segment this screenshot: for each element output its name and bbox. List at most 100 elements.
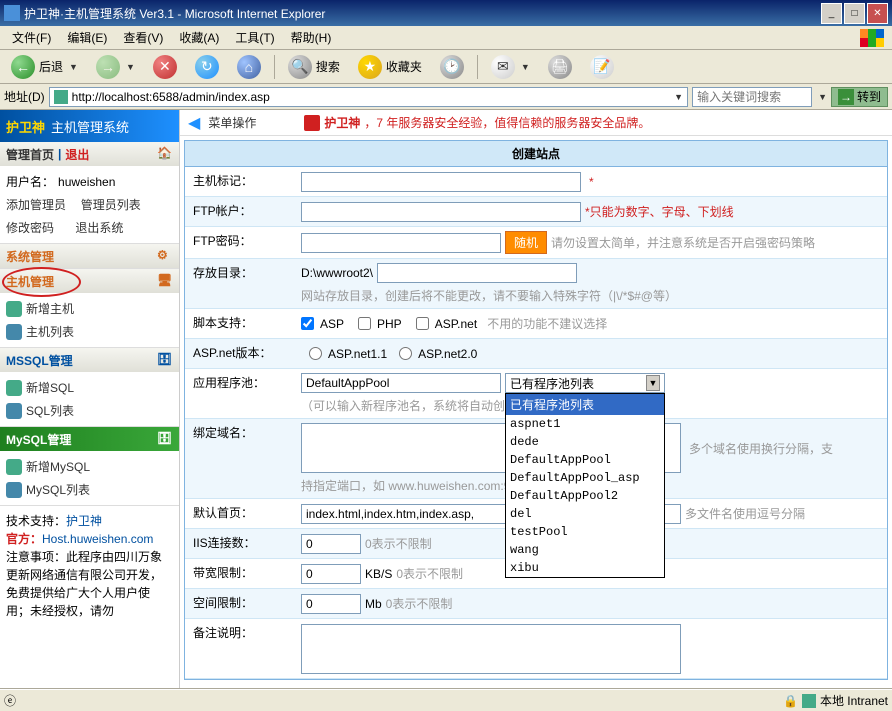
mssql-add-link[interactable]: 新增SQL [26, 379, 74, 396]
sidebar-sec-sys[interactable]: 系统管理⚙ [0, 244, 179, 268]
aspnet20-label: ASP.net2.0 [418, 347, 477, 361]
php-checkbox[interactable] [358, 317, 371, 330]
support-label: 技术支持： [6, 514, 66, 528]
apppool-option[interactable]: wang [506, 541, 664, 559]
chevron-down-icon: ▼ [521, 62, 530, 72]
exit-link[interactable]: 退出系统 [75, 219, 123, 236]
go-arrow-icon: → [838, 89, 854, 105]
apppool-option[interactable]: dede [506, 433, 664, 451]
host-add-link[interactable]: 新增主机 [26, 300, 74, 317]
db-icon: 🗄 [157, 352, 173, 368]
sidebar-sec-mssql[interactable]: MSSQL管理🗄 [0, 348, 179, 372]
mysql-list-link[interactable]: MySQL列表 [26, 481, 90, 498]
apppool-option[interactable]: aspnet1 [506, 415, 664, 433]
host-mark-label: 主机标记： [185, 167, 295, 196]
favorites-button[interactable]: ★ 收藏夹 [351, 51, 429, 83]
back-icon: ← [11, 55, 35, 79]
save-dir-input[interactable] [377, 263, 577, 283]
site-link[interactable]: Host.huweishen.com [42, 532, 153, 546]
menu-file[interactable]: 文件(F) [4, 27, 59, 48]
lock-icon: 🔒 [783, 694, 798, 708]
aspnet11-radio[interactable] [309, 347, 322, 360]
toolbar: ← 后退 ▼ → ▼ ✕ ↻ ⌂ 🔍 搜索 ★ 收藏夹 🕑 ✉▼ 🖨 📝 [0, 50, 892, 84]
ie-logo-icon [856, 26, 888, 50]
sidebar-sec-host[interactable]: 主机管理🖥 [0, 269, 179, 293]
home-icon: ⌂ [237, 55, 261, 79]
home-button[interactable]: ⌂ [230, 51, 268, 83]
main-panel: ◀ 菜单操作 护卫神 ，7 年服务器安全经验，值得信赖的服务器安全品牌。 创建站… [180, 110, 892, 688]
change-pw-link[interactable]: 修改密码 [6, 219, 54, 236]
asp-checkbox[interactable] [301, 317, 314, 330]
menu-edit[interactable]: 编辑(E) [59, 27, 115, 48]
apppool-select[interactable]: 已有程序池列表 ▼ [505, 373, 665, 393]
admin-list-link[interactable]: 管理员列表 [81, 196, 141, 213]
zone-label: 本地 Intranet [820, 692, 888, 709]
go-button[interactable]: → 转到 [831, 87, 888, 107]
maximize-button[interactable]: □ [844, 3, 865, 24]
sidebar-brand: 护卫神 [6, 117, 45, 136]
support-link[interactable]: 护卫神 [66, 514, 102, 528]
chevron-down-icon[interactable]: ▼ [674, 92, 683, 102]
apppool-option[interactable]: DefaultAppPool_asp [506, 469, 664, 487]
site-label: 官方： [6, 532, 42, 546]
ftp-pass-input[interactable] [301, 233, 501, 253]
crumb-back-icon[interactable]: ◀ [188, 113, 200, 133]
form-panel: 创建站点 主机标记： * FTP帐户： *只能为数字、字母、下划线 FTP密码：… [184, 140, 888, 680]
add-admin-link[interactable]: 添加管理员 [6, 196, 66, 213]
apppool-input[interactable] [301, 373, 501, 393]
apppool-option[interactable]: del [506, 505, 664, 523]
binddomain-hint-below: 持指定端口，如 www.huweishen.com:99 [301, 477, 517, 494]
forward-button[interactable]: → ▼ [89, 51, 142, 83]
close-button[interactable]: ✕ [867, 3, 888, 24]
mail-icon: ✉ [491, 55, 515, 79]
stop-icon: ✕ [153, 55, 177, 79]
aspnet-checkbox[interactable] [416, 317, 429, 330]
search-icon: 🔍 [288, 55, 312, 79]
address-input[interactable] [72, 90, 672, 104]
keyword-search-input[interactable] [692, 87, 812, 107]
favicon-icon [54, 90, 68, 104]
back-button[interactable]: ← 后退 ▼ [4, 51, 85, 83]
admin-home-link[interactable]: 管理首页 [6, 146, 54, 163]
save-dir-hint: 网站存放目录，创建后将不能更改，请不要输入特殊字符（|\/*$#@等） [301, 287, 677, 304]
mysql-add-link[interactable]: 新增MySQL [26, 458, 90, 475]
sidebar-sec-mysql[interactable]: MySQL管理🗄 [0, 427, 179, 451]
menu-tools[interactable]: 工具(T) [227, 27, 282, 48]
apppool-option[interactable]: testPool [506, 523, 664, 541]
mail-button[interactable]: ✉▼ [484, 51, 537, 83]
apppool-option[interactable]: xibu [506, 559, 664, 577]
edit-button[interactable]: 📝 [583, 51, 621, 83]
random-button[interactable]: 随机 [505, 231, 547, 254]
bandwidth-input[interactable] [301, 564, 361, 584]
chevron-down-icon[interactable]: ▼ [818, 92, 827, 102]
host-mark-input[interactable] [301, 172, 581, 192]
history-button[interactable]: 🕑 [433, 51, 471, 83]
save-dir-prefix: D:\wwwroot2\ [301, 266, 373, 280]
shield-icon [304, 115, 320, 131]
menu-favorites[interactable]: 收藏(A) [171, 27, 227, 48]
mssql-list-link[interactable]: SQL列表 [26, 402, 74, 419]
host-list-link[interactable]: 主机列表 [26, 323, 74, 340]
minimize-button[interactable]: _ [821, 3, 842, 24]
refresh-button[interactable]: ↻ [188, 51, 226, 83]
iisconn-label: IIS连接数： [185, 529, 295, 558]
stop-button[interactable]: ✕ [146, 51, 184, 83]
scripts-hint: 不用的功能不建议选择 [487, 315, 607, 332]
apppool-option[interactable]: 已有程序池列表 [506, 394, 664, 415]
aspnet20-radio[interactable] [399, 347, 412, 360]
sidebar-sec-admin: 管理首页 | 退出 🏠 [0, 142, 179, 166]
menu-help[interactable]: 帮助(H) [283, 27, 340, 48]
search-button[interactable]: 🔍 搜索 [281, 51, 347, 83]
apppool-dropdown: 已有程序池列表 ▼ 已有程序池列表aspnet1dedeDefaultAppPo… [505, 373, 665, 393]
ftp-user-input[interactable] [301, 202, 581, 222]
space-input[interactable] [301, 594, 361, 614]
username-label: 用户名： [6, 173, 54, 190]
apppool-option[interactable]: DefaultAppPool2 [506, 487, 664, 505]
print-button[interactable]: 🖨 [541, 51, 579, 83]
remark-input[interactable] [301, 624, 681, 674]
apppool-option[interactable]: DefaultAppPool [506, 451, 664, 469]
menu-view[interactable]: 查看(V) [115, 27, 171, 48]
window-titlebar: 护卫神·主机管理系统 Ver3.1 - Microsoft Internet E… [0, 0, 892, 26]
logout-link[interactable]: 退出 [65, 146, 89, 163]
iisconn-input[interactable] [301, 534, 361, 554]
